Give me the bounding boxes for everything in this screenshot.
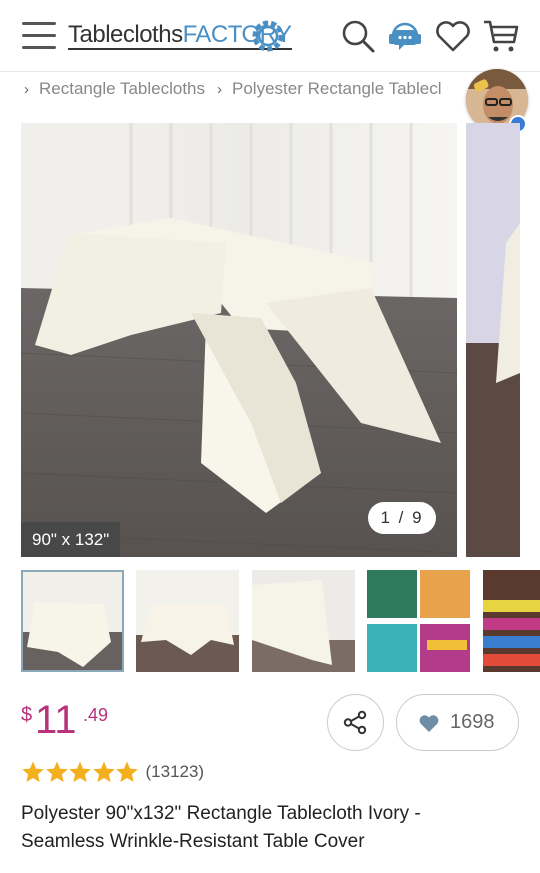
product-main-image[interactable] xyxy=(21,123,457,557)
size-label: 90" x 132" xyxy=(21,522,121,557)
breadcrumb-item-polyester[interactable]: Polyester Rectangle Tablecl xyxy=(232,79,441,98)
image-counter: 1 / 9 xyxy=(368,502,436,534)
rating-stars xyxy=(21,760,139,784)
search-icon[interactable] xyxy=(338,16,378,56)
thumbnail-4[interactable] xyxy=(367,570,470,672)
breadcrumb: › Rectangle Tablecloths › Polyester Rectang… xyxy=(0,73,540,107)
thumbnail-image xyxy=(483,570,540,672)
thumbnail-image xyxy=(367,570,470,672)
thumbnail-image xyxy=(136,570,239,672)
price-whole: 11 xyxy=(35,698,77,742)
thumbnail-image xyxy=(252,570,355,672)
thumbnail-2[interactable] xyxy=(136,570,239,672)
price-currency: $ xyxy=(21,704,33,726)
star-icon xyxy=(22,761,44,782)
cart-icon[interactable] xyxy=(481,16,521,56)
star-icon xyxy=(116,761,138,782)
breadcrumb-separator: › xyxy=(24,81,29,98)
thumbnail-image xyxy=(23,572,122,670)
breadcrumb-item-rectangle-tablecloths[interactable]: Rectangle Tablecloths xyxy=(39,79,205,98)
next-product-image-peek[interactable] xyxy=(466,123,520,557)
product-title: Polyester 90"x132" Rectangle Tablecloth … xyxy=(21,803,421,852)
price-cents: .49 xyxy=(83,705,109,725)
header: TableclothsFACTORY xyxy=(0,0,540,72)
logo-main-text: Tablecloths xyxy=(68,21,183,48)
gear-logo-icon xyxy=(252,20,284,52)
star-icon xyxy=(92,761,115,782)
hamburger-menu-icon[interactable] xyxy=(22,22,56,52)
product-photo xyxy=(21,123,457,557)
chat-support-icon[interactable] xyxy=(385,16,425,56)
thumbnail-3[interactable] xyxy=(252,570,355,672)
like-count: 1698 xyxy=(450,711,495,733)
next-photo xyxy=(466,123,520,557)
logo[interactable]: TableclothsFACTORY xyxy=(68,14,292,58)
share-icon xyxy=(343,710,367,735)
like-button[interactable]: 1698 xyxy=(396,694,519,751)
thumbnail-1[interactable] xyxy=(21,570,124,672)
heart-icon xyxy=(419,715,439,732)
review-count[interactable]: (13123) xyxy=(146,762,205,782)
star-icon xyxy=(45,761,68,782)
thumbnail-strip xyxy=(21,570,540,674)
star-icon xyxy=(69,761,91,782)
heart-icon[interactable] xyxy=(433,16,473,56)
breadcrumb-separator: › xyxy=(217,81,223,98)
product-rating[interactable]: (13123) xyxy=(21,758,204,786)
share-button[interactable] xyxy=(327,694,384,751)
thumbnail-5[interactable] xyxy=(483,570,540,672)
